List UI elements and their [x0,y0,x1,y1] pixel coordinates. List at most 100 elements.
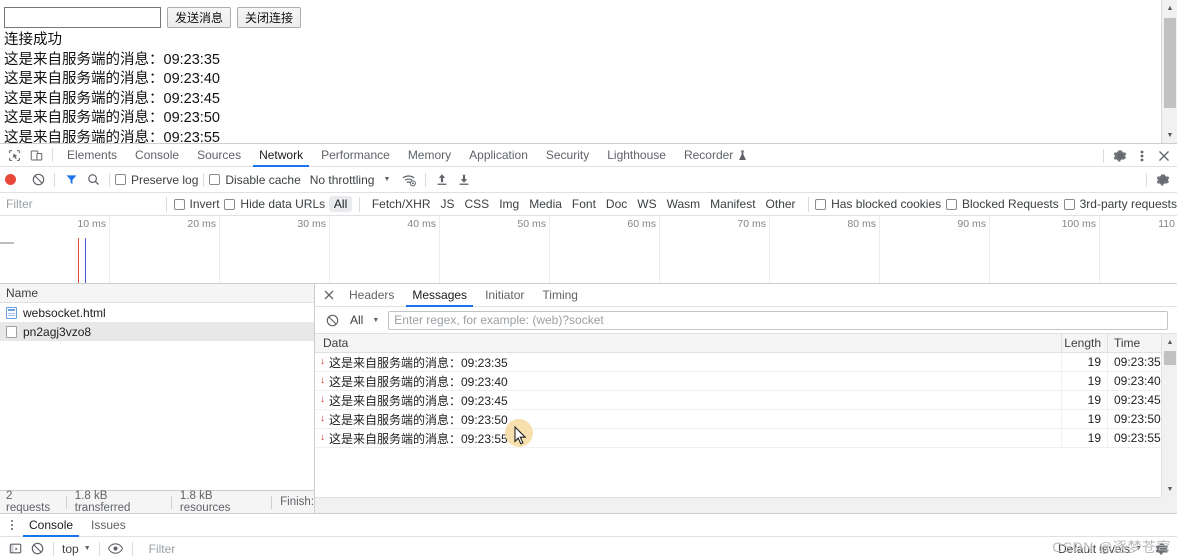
send-message-button[interactable]: 发送消息 [167,7,232,28]
page-vertical-scrollbar[interactable]: ▲ ▼ [1161,0,1177,143]
message-row[interactable]: ↓ 这是来自服务端的消息：09:23:45 19 09:23:45.... [315,390,1177,410]
throttling-select[interactable]: No throttling ▼ [310,173,391,187]
checkbox-box[interactable] [815,198,827,210]
scroll-down-icon[interactable]: ▼ [1162,127,1177,143]
live-expression-eye-icon[interactable] [105,539,127,559]
type-filter-js[interactable]: JS [436,196,460,212]
close-detail-pane-icon[interactable] [320,287,337,304]
tab-elements[interactable]: Elements [58,144,126,167]
console-sidebar-toggle-icon[interactable] [4,539,26,559]
record-network-log-icon[interactable] [5,174,16,185]
type-filter-media[interactable]: Media [524,196,567,212]
third-party-requests-checkbox[interactable]: 3rd-party requests [1063,197,1177,211]
messages-toolbar: All ▼ [315,307,1177,334]
messages-table: Data Length Time ↓ 这是来自服务端的消息：09:23:35 1… [315,334,1177,513]
tab-sources[interactable]: Sources [188,144,250,167]
request-row-pn2agj3vzo8[interactable]: pn2agj3vzo8 [0,322,314,341]
messages-table-header: Data Length Time [315,334,1177,353]
search-icon[interactable] [82,170,104,190]
drawer-more-options-icon[interactable] [4,516,20,534]
detail-tab-headers[interactable]: Headers [340,284,403,307]
console-filter-input[interactable] [146,539,977,558]
settings-gear-icon[interactable] [1109,146,1131,166]
javascript-context-select[interactable]: top ▼ [59,542,94,556]
scroll-up-icon[interactable]: ▲ [1162,0,1177,16]
more-options-icon[interactable] [1131,146,1153,166]
incoming-arrow-icon: ↓ [320,432,325,443]
drawer-tab-console[interactable]: Console [20,514,82,537]
inspect-element-icon[interactable] [3,145,25,165]
clear-messages-icon[interactable] [321,310,343,330]
type-filter-ws[interactable]: WS [632,196,661,212]
tab-lighthouse[interactable]: Lighthouse [598,144,675,167]
checkbox-box[interactable] [115,174,126,185]
tab-recorder[interactable]: Recorder [675,144,756,167]
messages-horizontal-scrollbar[interactable] [315,497,1161,513]
has-blocked-cookies-checkbox[interactable]: Has blocked cookies [815,197,941,211]
type-filter-fetch-xhr[interactable]: Fetch/XHR [367,196,436,212]
tab-security[interactable]: Security [537,144,598,167]
scroll-down-icon[interactable]: ▼ [1162,481,1177,497]
invert-checkbox[interactable]: Invert [173,197,220,211]
type-filter-wasm[interactable]: Wasm [662,196,706,212]
console-settings-gear-icon[interactable] [1151,539,1173,559]
device-toolbar-icon[interactable] [25,145,47,165]
type-filter-css[interactable]: CSS [460,196,495,212]
column-header-length[interactable]: Length [1061,334,1107,353]
checkbox-box[interactable] [209,174,221,185]
preserve-log-checkbox[interactable]: Preserve log [115,173,198,187]
status-divider [65,495,67,509]
checkbox-box[interactable] [1063,198,1075,210]
column-header-data[interactable]: Data [315,336,1061,350]
tab-performance[interactable]: Performance [312,144,399,167]
detail-tab-initiator[interactable]: Initiator [476,284,533,307]
message-row[interactable]: ↓ 这是来自服务端的消息：09:23:50 19 09:23:50.... [315,409,1177,429]
document-icon [6,306,17,319]
messages-vertical-scrollbar[interactable]: ▲ ▼ [1161,334,1177,497]
network-filter-input[interactable] [4,193,159,215]
type-filter-all[interactable]: All [328,196,353,212]
detail-tab-timing[interactable]: Timing [533,284,587,307]
message-row[interactable]: ↓ 这是来自服务端的消息：09:23:40 19 09:23:40.... [315,371,1177,391]
drawer-tab-issues[interactable]: Issues [82,514,135,537]
type-filter-doc[interactable]: Doc [601,196,632,212]
scroll-up-icon[interactable]: ▲ [1162,334,1177,350]
messages-regex-input[interactable] [388,310,1168,330]
close-devtools-icon[interactable] [1153,146,1175,166]
message-row[interactable]: ↓ 这是来自服务端的消息：09:23:35 19 09:23:35.... [315,352,1177,372]
type-filter-manifest[interactable]: Manifest [705,196,760,212]
type-filter-other[interactable]: Other [761,196,801,212]
scrollbar-thumb[interactable] [1164,351,1176,365]
message-input[interactable] [4,7,161,28]
network-settings-gear-icon[interactable] [1152,170,1174,190]
message-row[interactable]: ↓ 这是来自服务端的消息：09:23:55 19 09:23:55.... [315,428,1177,448]
request-row-websocket-html[interactable]: websocket.html [0,303,314,322]
tab-console[interactable]: Console [126,144,188,167]
console-levels-select[interactable]: Default levels ▼ [1055,542,1145,556]
hide-data-urls-checkbox[interactable]: Hide data URLs [224,197,325,211]
message-data-cell: ↓ 这是来自服务端的消息：09:23:45 [315,392,1061,409]
close-connection-button[interactable]: 关闭连接 [237,7,302,28]
checkbox-box[interactable] [224,198,236,210]
checkbox-box[interactable] [946,198,958,210]
clear-network-log-icon[interactable] [27,170,49,190]
blocked-requests-checkbox[interactable]: Blocked Requests [946,197,1059,211]
request-name-column-header[interactable]: Name [0,284,314,303]
request-count: 2 requests [6,490,51,514]
checkbox-box[interactable] [173,198,185,210]
type-filter-font[interactable]: Font [567,196,601,212]
network-overview-timeline[interactable]: 10 ms 20 ms 30 ms 40 ms 50 ms 60 ms 70 m… [0,216,1177,284]
tab-memory[interactable]: Memory [399,144,460,167]
clear-console-icon[interactable] [26,539,48,559]
export-har-icon[interactable] [453,170,475,190]
scrollbar-thumb[interactable] [1164,18,1176,108]
tab-application[interactable]: Application [460,144,537,167]
network-conditions-icon[interactable] [398,170,420,190]
import-har-icon[interactable] [431,170,453,190]
tab-network[interactable]: Network [250,144,312,167]
disable-cache-checkbox[interactable]: Disable cache [209,173,301,187]
detail-tab-messages[interactable]: Messages [403,284,476,307]
filter-funnel-icon[interactable] [60,170,82,190]
type-filter-img[interactable]: Img [494,196,524,212]
message-direction-select[interactable]: All ▼ [350,313,379,327]
